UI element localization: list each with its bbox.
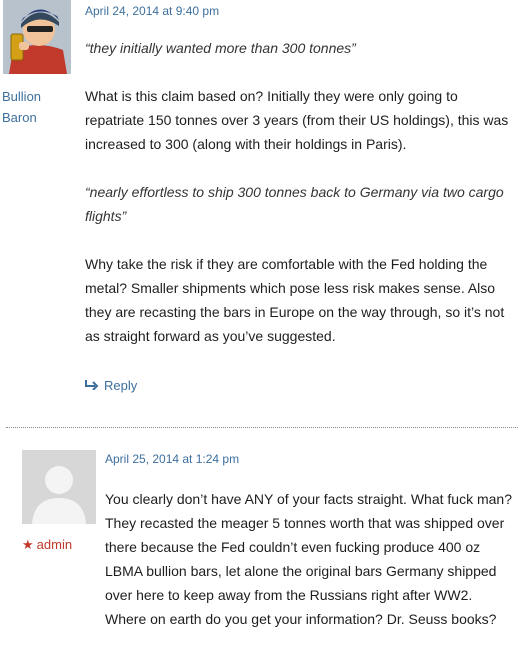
comment-admin: ★ admin April 25, 2014 at 1:24 pm You cle…: [0, 430, 520, 654]
comment-paragraph: You clearly don’t have ANY of your facts…: [105, 491, 512, 627]
avatar[interactable]: [3, 0, 71, 74]
reply-label: Reply: [104, 378, 138, 393]
comment-body: You clearly don’t have ANY of your facts…: [105, 487, 515, 655]
quoted-text: “they initially wanted more than 300 ton…: [85, 40, 356, 56]
quoted-text: “nearly effortless to ship 300 tonnes ba…: [85, 184, 504, 224]
reply-arrow-icon: [85, 378, 104, 393]
comment-paragraph: Why take the risk if they are comfortabl…: [85, 256, 505, 344]
author-name: admin: [36, 537, 73, 552]
avatar: [22, 450, 96, 524]
comment-author: ★ admin: [22, 534, 102, 555]
comment-bullion-baron: Bullion Baron April 24, 2014 at 9:40 pm …: [0, 0, 520, 428]
comment-body: “they initially wanted more than 300 ton…: [85, 36, 517, 372]
comment-date-link[interactable]: April 25, 2014 at 1:24 pm: [105, 452, 239, 466]
comment-author[interactable]: Bullion Baron: [2, 86, 72, 128]
comment-divider: [6, 427, 518, 428]
comment-date-link[interactable]: April 24, 2014 at 9:40 pm: [85, 4, 219, 18]
comment-paragraph: What is this claim based on? Initially t…: [85, 88, 509, 152]
star-icon: ★: [22, 537, 34, 552]
reply-button[interactable]: Reply: [85, 378, 137, 393]
